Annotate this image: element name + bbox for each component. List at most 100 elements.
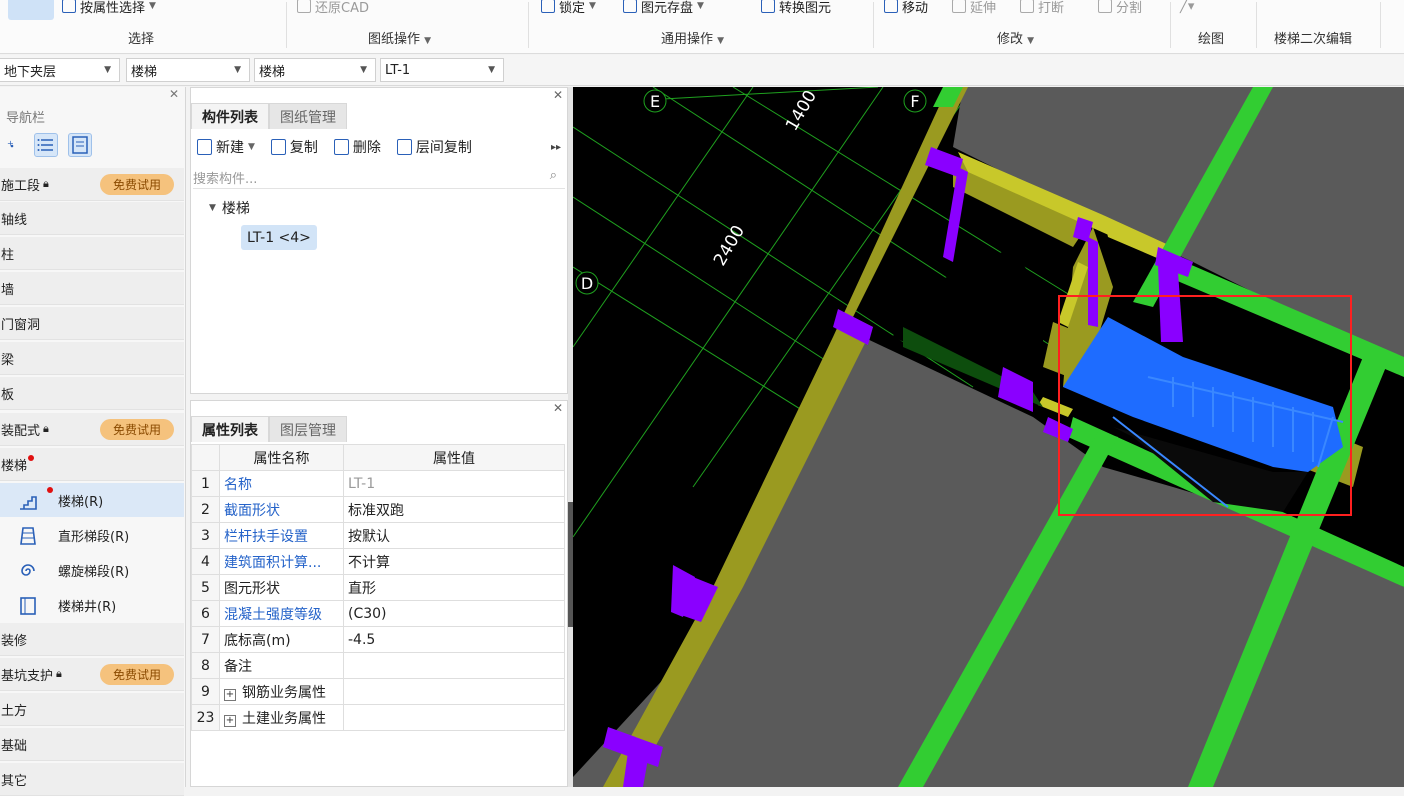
expand-icon[interactable]: + [224,714,236,727]
draw-tool-button[interactable]: ╱▾ [1180,0,1194,15]
property-value[interactable]: LT-1 [343,470,565,497]
nav-category-door-window[interactable]: 门窗洞 [0,307,184,340]
nav-category-foundation[interactable]: 基础 [0,728,184,761]
nav-item-stair[interactable]: 楼梯(R) [0,483,184,517]
tab-property-list[interactable]: 属性列表 [191,416,269,442]
search-icon: ⌕ [549,168,557,183]
copy-between-floors-button[interactable]: 层间复制 [396,137,472,157]
collapse-arrow-icon[interactable]: ▼ [209,203,216,213]
tree-item-lt1[interactable]: LT-1 <4> [241,225,317,250]
restore-cad-button[interactable]: 还原CAD [297,0,369,16]
component-tabs: 构件列表 图纸管理 [191,103,347,129]
free-trial-badge[interactable]: 免费试用 [100,419,174,440]
table-header: 属性名称 属性值 [191,444,565,471]
dimension-2400: 2400 [710,222,749,269]
lock-icon: 🔒︎ [56,667,62,680]
lock-button[interactable]: 锁定 ▼ [541,0,596,16]
type-dropdown[interactable]: 楼梯 ▼ [254,58,376,82]
nav-title: 导航栏 [6,111,46,126]
nav-category-slab[interactable]: 板 [0,377,184,410]
component-dropdown[interactable]: LT-1 ▼ [380,58,504,82]
nav-item-straight-flight[interactable]: 直形梯段(R) [0,518,184,552]
nav-category-stair[interactable]: 楼梯 [0,448,184,481]
select-by-attribute-button[interactable]: 按属性选择 ▼ [62,0,156,16]
group-stair-edit: 楼梯二次编辑 [1274,32,1353,47]
nav-category-axis[interactable]: 轴线 [0,202,184,235]
group-modify[interactable]: 修改 ▼ [997,28,1034,47]
property-value[interactable]: 按默认 [343,522,565,549]
table-row[interactable]: 1 名称 LT-1 [191,470,565,497]
nav-category-wall[interactable]: 墙 [0,272,184,305]
expand-icon[interactable]: + [224,688,236,701]
nav-item-spiral-flight[interactable]: 螺旋梯段(R) [0,553,184,587]
extend-button[interactable]: 延伸 [952,0,996,16]
detail-view-icon[interactable] [68,133,92,157]
nav-category-earthwork[interactable]: 土方 [0,693,184,726]
group-general-ops[interactable]: 通用操作 ▼ [661,28,724,47]
copy-icon [270,139,286,155]
property-value[interactable]: 不计算 [343,548,565,575]
new-button[interactable]: 新建 ▼ [197,137,255,157]
dimension-1400: 1400 [782,87,821,134]
group-select-label: 选择 [128,32,155,47]
break-icon [1020,0,1034,13]
property-value[interactable]: -4.5 [343,626,565,653]
free-trial-badge[interactable]: 免费试用 [100,664,174,685]
nav-category-prefab[interactable]: 装配式 🔒︎ 免费试用 [0,413,184,446]
add-icon[interactable]: ⁺ [2,133,26,157]
floor-dropdown[interactable]: 地下夹层 ▼ [0,58,120,82]
property-value[interactable]: (C30) [343,600,565,627]
nav-category-other[interactable]: 其它 [0,763,184,796]
save-elements-button[interactable]: 图元存盘 ▼ [623,0,704,16]
component-search-input[interactable]: 搜索构件... ⌕ [193,167,565,189]
table-row[interactable]: 4 建筑面积计算... 不计算 [191,548,565,575]
split-button[interactable]: 分割 [1098,0,1142,16]
property-value[interactable]: 直形 [343,574,565,601]
table-row[interactable]: 8 备注 [191,652,565,679]
list-view-icon[interactable] [34,133,58,157]
save-elements-icon [623,0,637,13]
model-canvas[interactable]: E F D 1400 2400 [573,87,1404,787]
axis-label-d: D [581,274,593,293]
nav-category-excavation-support[interactable]: 基坑支护 🔒︎ 免费试用 [0,658,184,691]
nav-category-finishes[interactable]: 装修 [0,623,184,656]
close-icon[interactable]: ✕ [553,401,563,415]
table-row[interactable]: 2 截面形状 标准双跑 [191,496,565,523]
nav-category-construction-segment[interactable]: 施工段 🔒︎ 免费试用 [0,168,184,201]
table-row[interactable]: 5 图元形状 直形 [191,574,565,601]
3d-viewport[interactable]: E F D 1400 2400 [573,87,1404,787]
convert-elements-button[interactable]: 转换图元 [761,0,831,16]
tab-layer-management[interactable]: 图层管理 [269,416,347,442]
break-button[interactable]: 打断 [1020,0,1064,16]
select-tool-button[interactable] [8,0,54,20]
copy-button[interactable]: 复制 [270,137,318,157]
tab-component-list[interactable]: 构件列表 [191,103,269,129]
component-toolbar: 新建 ▼ 复制 删除 层间复制 ▸▸ [191,133,567,161]
delete-button[interactable]: 删除 [333,137,381,157]
more-icon[interactable]: ▸▸ [551,142,561,153]
move-button[interactable]: 移动 [884,0,928,16]
table-row[interactable]: 7 底标高(m) -4.5 [191,626,565,653]
property-value[interactable]: 标准双跑 [343,496,565,523]
close-icon[interactable]: ✕ [553,88,563,102]
tab-drawing-management[interactable]: 图纸管理 [269,103,347,129]
property-value[interactable] [343,652,565,679]
nav-category-column[interactable]: 柱 [0,237,184,270]
chevron-down-icon: ▼ [488,65,495,75]
group-drawing-ops[interactable]: 图纸操作 ▼ [368,28,431,47]
category-dropdown[interactable]: 楼梯 ▼ [126,58,250,82]
table-row[interactable]: 3 栏杆扶手设置 按默认 [191,522,565,549]
table-row[interactable]: 6 混凝土强度等级 (C30) [191,600,565,627]
table-row[interactable]: 9 + 钢筋业务属性 [191,678,565,705]
nav-item-stairwell[interactable]: 楼梯井(R) [0,588,184,622]
axis-label-e: E [650,92,660,111]
tree-node-stair[interactable]: ▼ 楼梯 [209,198,250,218]
lock-icon: 🔒︎ [43,422,49,435]
move-icon [884,0,898,13]
nav-category-beam[interactable]: 梁 [0,342,184,375]
restore-cad-icon [297,0,311,13]
free-trial-badge[interactable]: 免费试用 [100,174,174,195]
component-list-panel: ✕ 构件列表 图纸管理 新建 ▼ 复制 删除 层间复制 ▸▸ 搜索构件... ⌕ … [190,87,568,394]
close-icon[interactable]: ✕ [169,87,179,101]
table-row[interactable]: 23 + 土建业务属性 [191,704,565,731]
